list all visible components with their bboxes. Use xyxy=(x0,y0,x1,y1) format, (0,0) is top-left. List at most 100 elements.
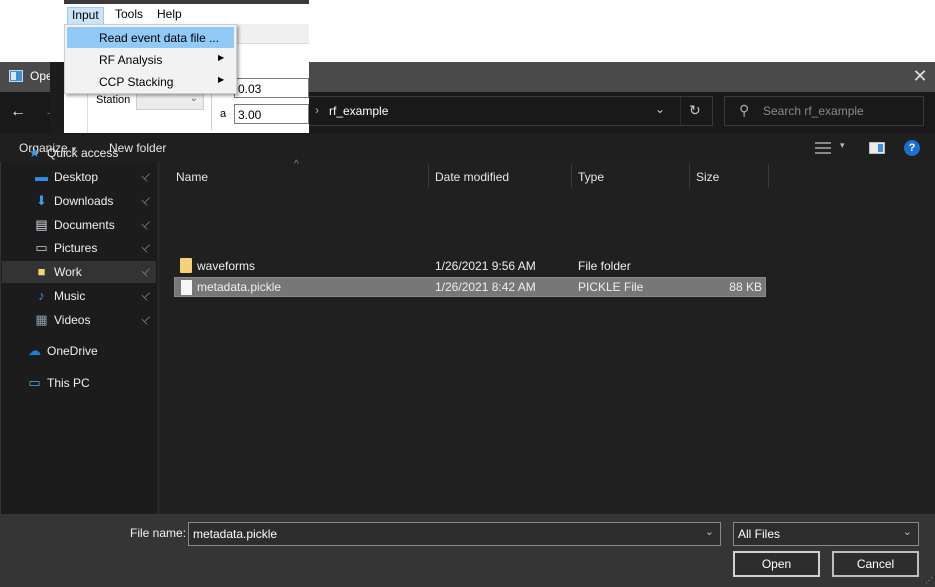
app-window-edge xyxy=(50,62,64,135)
pin-icon: ⊥ xyxy=(138,217,155,233)
dialog-app-icon xyxy=(9,70,23,82)
details-view-icon-line xyxy=(815,152,831,154)
pin-icon: ⊥ xyxy=(138,264,155,280)
sidebar-item-this-pc[interactable]: ▭ This PC xyxy=(2,372,156,394)
column-header-type[interactable]: Type xyxy=(578,170,604,184)
breadcrumb-chevron-icon: › xyxy=(315,103,319,117)
open-file-dialog: Ope ✕ ← → › rf_example ⌄ ↻ ⚲ Organize▾ N… xyxy=(0,62,935,587)
file-type: PICKLE File xyxy=(578,280,644,294)
pin-icon: ⊥ xyxy=(138,288,155,304)
menu-item-read-event-data-file[interactable]: Read event data file ... xyxy=(67,27,234,48)
breadcrumb-current-folder[interactable]: rf_example xyxy=(329,104,388,118)
pin-icon: ⊥ xyxy=(138,312,155,328)
menu-item-ccp-stacking[interactable]: CCP Stacking ▶ xyxy=(67,71,234,92)
parameter-field-1[interactable]: 0.03 xyxy=(234,78,309,98)
file-name-combobox[interactable]: ⌄ xyxy=(188,522,721,546)
back-button[interactable]: ← xyxy=(10,102,30,122)
back-arrow-icon: ← xyxy=(10,103,26,120)
sidebar-item-desktop[interactable]: ▬ Desktop ⊥ xyxy=(2,166,156,188)
preview-pane-button[interactable] xyxy=(869,142,885,154)
document-file-icon xyxy=(181,280,192,295)
cloud-icon: ☁ xyxy=(28,343,41,358)
column-header-size[interactable]: Size xyxy=(696,170,719,184)
pin-icon: ⊥ xyxy=(138,169,155,185)
file-type: File folder xyxy=(578,259,631,273)
sidebar-item-quick-access[interactable]: ★ Quick access xyxy=(2,142,156,164)
address-divider xyxy=(680,97,681,125)
menu-item-label: RF Analysis xyxy=(99,53,163,67)
sidebar-item-label: Work xyxy=(54,265,82,279)
sidebar-item-onedrive[interactable]: ☁ OneDrive xyxy=(2,340,156,362)
music-note-icon: ♪ xyxy=(38,288,45,303)
resize-grip-icon[interactable]: ⋰ xyxy=(925,577,933,585)
address-history-dropdown[interactable]: ⌄ xyxy=(655,102,665,116)
file-date: 1/26/2021 9:56 AM xyxy=(435,259,536,273)
menu-help[interactable]: Help xyxy=(153,7,186,25)
sidebar-item-label: Pictures xyxy=(54,241,98,255)
sidebar-item-label: Music xyxy=(54,289,86,303)
desktop-icon: ▬ xyxy=(35,169,48,184)
help-icon: ? xyxy=(908,142,916,154)
navigation-pane: ★ Quick access ▬ Desktop ⊥ ⬇ Downloads ⊥ ▤ Docume… xyxy=(0,146,157,514)
sidebar-item-documents[interactable]: ▤ Documents ⊥ xyxy=(2,214,156,236)
chevron-down-icon[interactable]: ⌄ xyxy=(705,525,714,538)
chevron-down-icon: ⌄ xyxy=(902,526,912,538)
file-name: waveforms xyxy=(197,259,256,273)
chevron-down-icon: ⌄ xyxy=(189,93,198,104)
sidebar-item-work[interactable]: ■ Work ⊥ xyxy=(2,261,156,283)
column-header-date-modified[interactable]: Date modified xyxy=(435,170,509,184)
menu-input[interactable]: Input xyxy=(67,7,104,25)
search-input[interactable] xyxy=(763,103,918,119)
menu-item-label: CCP Stacking xyxy=(99,75,174,89)
file-type-select[interactable]: All Files ⌄ xyxy=(733,522,919,546)
folder-icon: ■ xyxy=(37,264,46,279)
sidebar-item-pictures[interactable]: ▭ Pictures ⊥ xyxy=(2,237,156,259)
close-button[interactable]: ✕ xyxy=(905,62,935,92)
menu-tools[interactable]: Tools xyxy=(111,7,147,25)
view-options-button[interactable] xyxy=(815,141,831,155)
open-button[interactable]: Open xyxy=(733,551,820,577)
computer-icon: ▭ xyxy=(28,375,41,390)
column-divider[interactable] xyxy=(689,164,690,188)
file-size: 88 KB xyxy=(729,280,762,294)
sidebar-item-videos[interactable]: ▦ Videos ⊥ xyxy=(2,309,156,331)
menu-item-rf-analysis[interactable]: RF Analysis ▶ xyxy=(67,49,234,70)
sidebar-item-label: Desktop xyxy=(54,170,99,184)
sidebar-item-label: OneDrive xyxy=(47,344,98,358)
file-name-label: File name: xyxy=(130,526,187,540)
search-icon: ⚲ xyxy=(739,102,750,118)
help-button[interactable]: ? xyxy=(904,140,920,156)
sidebar-item-downloads[interactable]: ⬇ Downloads ⊥ xyxy=(2,190,156,212)
refresh-button[interactable]: ↻ xyxy=(689,102,701,119)
download-arrow-icon: ⬇ xyxy=(36,193,47,208)
app-window-edge xyxy=(64,133,309,135)
sidebar-item-label: Videos xyxy=(54,313,91,327)
details-view-icon xyxy=(815,142,831,144)
column-divider[interactable] xyxy=(428,164,429,188)
column-divider[interactable] xyxy=(571,164,572,188)
file-row-metadata-pickle[interactable]: metadata.pickle 1/26/2021 8:42 AM PICKLE… xyxy=(174,277,766,297)
pin-icon: ⊥ xyxy=(138,240,155,256)
sidebar-item-label: This PC xyxy=(47,376,90,390)
a-label: a xyxy=(220,108,227,120)
sidebar-item-label: Downloads xyxy=(54,194,114,208)
file-type-value: All Files xyxy=(738,527,781,541)
file-row-waveforms[interactable]: waveforms 1/26/2021 9:56 AM File folder xyxy=(174,256,766,276)
submenu-arrow-icon: ▶ xyxy=(218,75,225,84)
sidebar-item-label: Quick access xyxy=(47,146,119,160)
station-label: Station xyxy=(96,94,131,106)
cancel-button[interactable]: Cancel xyxy=(832,551,919,577)
column-header-name[interactable]: Name xyxy=(176,170,208,184)
file-name-input[interactable] xyxy=(193,526,693,542)
sidebar-item-music[interactable]: ♪ Music ⊥ xyxy=(2,285,156,307)
dialog-footer: File name: ⌄ All Files ⌄ Open Cancel ⋰ xyxy=(0,514,935,587)
search-box[interactable]: ⚲ xyxy=(724,96,924,126)
address-bar[interactable]: › rf_example ⌄ ↻ xyxy=(306,96,713,126)
pin-icon: ⊥ xyxy=(138,193,155,209)
column-divider[interactable] xyxy=(768,164,769,188)
submenu-arrow-icon: ▶ xyxy=(218,53,225,62)
file-list: ^ Name Date modified Type Size waveforms… xyxy=(160,159,935,514)
details-view-icon-line xyxy=(815,147,831,149)
parameter-a-field[interactable]: 3.00 xyxy=(234,104,309,124)
view-caret-down-icon[interactable]: ▾ xyxy=(840,140,845,151)
